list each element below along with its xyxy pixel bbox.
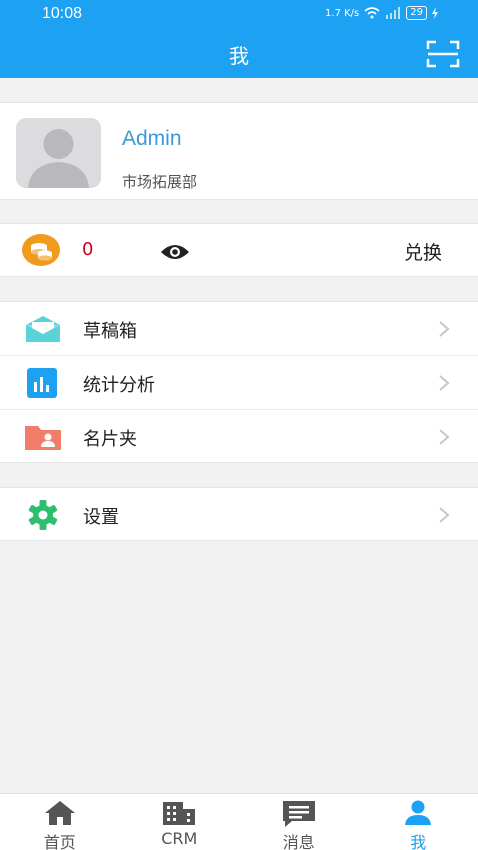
page-title: 我 [229, 44, 249, 68]
net-speed: 1.7 K/s [325, 7, 360, 19]
home-icon [44, 801, 75, 825]
tab-label: CRM [161, 829, 198, 848]
bar-chart-icon [27, 368, 57, 398]
menu-item-settings[interactable]: 设置 [0, 488, 478, 542]
menu-list: 草稿箱 统计分析 名片夹 [0, 301, 478, 463]
tab-crm[interactable]: CRM [120, 794, 240, 850]
profile-card[interactable]: Admin 市场拓展部 [0, 102, 478, 200]
coins-icon [22, 234, 60, 266]
wifi-icon [364, 7, 380, 19]
status-bar: 10:08 1.7 K/s 29 [0, 0, 478, 28]
avatar[interactable] [16, 118, 101, 188]
scan-icon[interactable] [426, 40, 460, 68]
tab-home[interactable]: 首页 [0, 794, 120, 850]
chevron-right-icon [439, 375, 450, 391]
bottom-tab-bar: 首页 CRM 消息 我 [0, 793, 478, 850]
charging-icon [432, 7, 438, 19]
top-header: 10:08 1.7 K/s 29 我 [0, 0, 478, 78]
chevron-right-icon [439, 429, 450, 445]
status-time: 10:08 [42, 5, 83, 22]
exchange-button[interactable]: 兑换 [404, 238, 442, 265]
battery-icon: 29 [406, 6, 427, 20]
default-avatar-icon [28, 129, 89, 188]
signal-icon [386, 7, 401, 19]
building-icon [163, 802, 196, 825]
menu-item-label: 名片夹 [83, 429, 137, 450]
user-department: 市场拓展部 [122, 173, 198, 191]
menu-item-card-holder[interactable]: 名片夹 [0, 410, 478, 464]
settings-card: 设置 [0, 487, 478, 541]
tab-me[interactable]: 我 [359, 794, 478, 850]
menu-item-drafts[interactable]: 草稿箱 [0, 302, 478, 356]
menu-item-label: 草稿箱 [83, 321, 137, 342]
chevron-right-icon [439, 507, 450, 523]
tab-messages[interactable]: 消息 [239, 794, 359, 850]
envelope-icon [26, 316, 60, 342]
menu-item-label: 统计分析 [83, 375, 155, 396]
points-card: 0 兑换 [0, 223, 478, 277]
gear-icon [28, 500, 58, 530]
user-icon [405, 800, 432, 825]
chevron-right-icon [439, 321, 450, 337]
contact-folder-icon [25, 426, 61, 450]
status-icons: 1.7 K/s 29 [325, 6, 438, 20]
points-value: 0 [82, 239, 94, 260]
tab-label: 消息 [282, 833, 315, 850]
tab-label: 首页 [43, 833, 76, 850]
tab-label: 我 [410, 833, 427, 850]
user-name: Admin [122, 127, 182, 150]
menu-item-label: 设置 [83, 507, 119, 528]
eye-icon[interactable] [160, 242, 190, 262]
message-icon [282, 801, 315, 827]
menu-item-statistics[interactable]: 统计分析 [0, 356, 478, 410]
